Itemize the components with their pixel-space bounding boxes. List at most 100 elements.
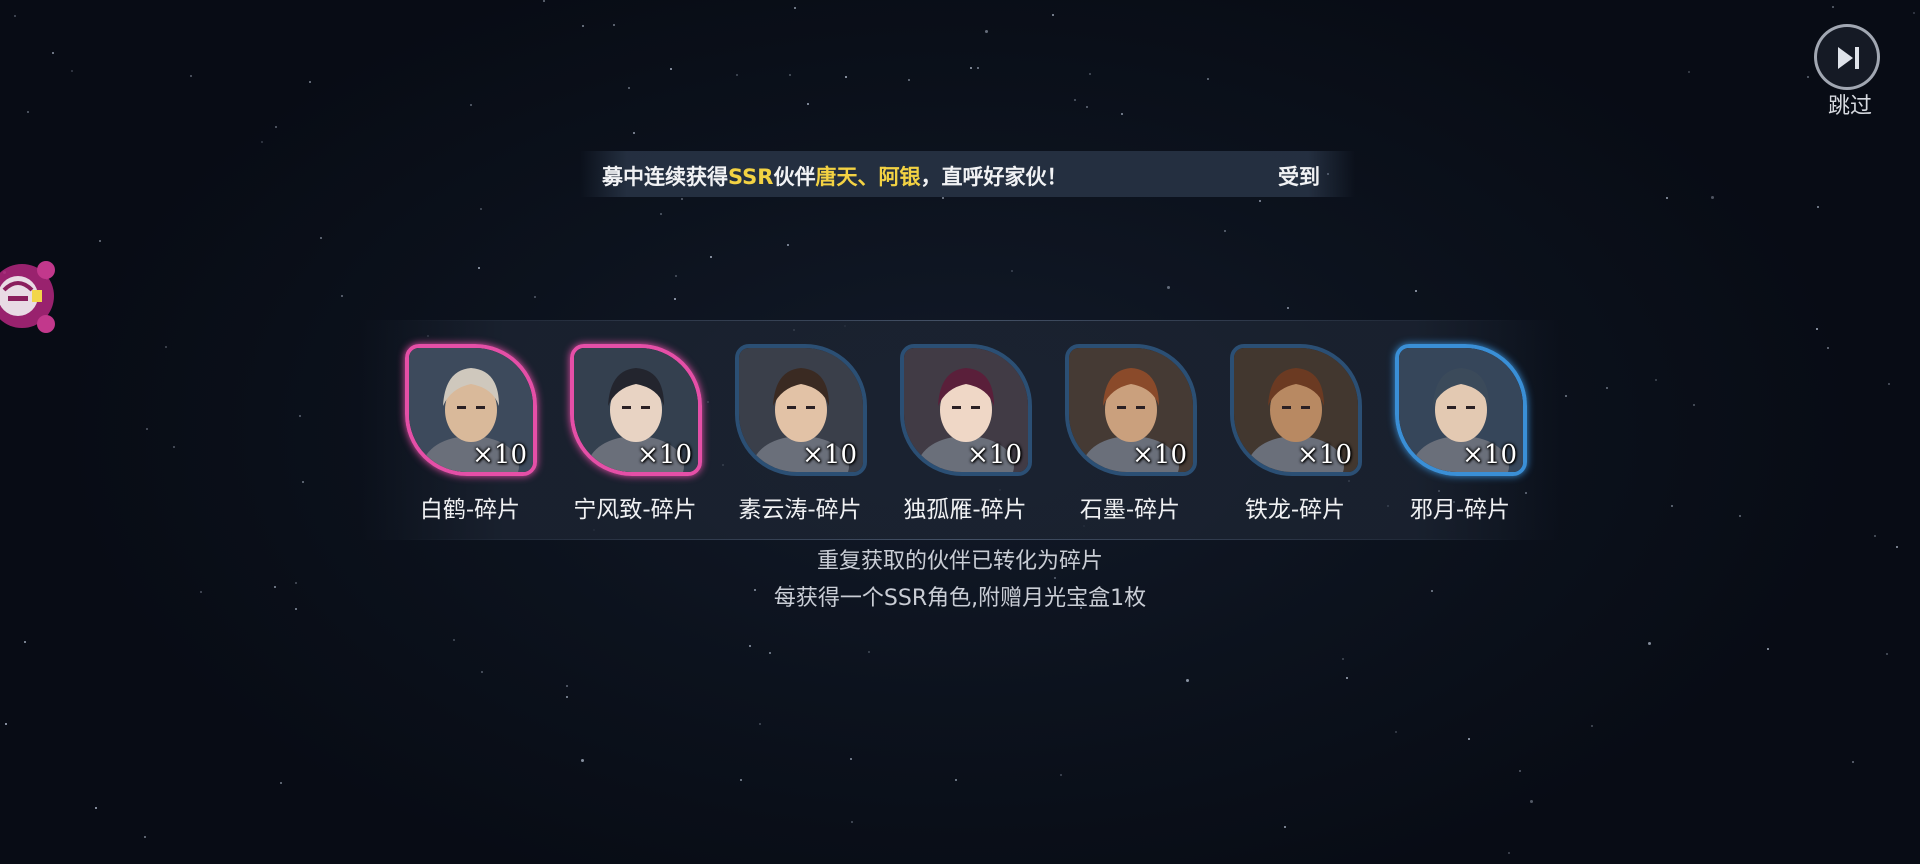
star xyxy=(1011,270,1013,272)
reward-quantity: ×10 xyxy=(637,440,692,470)
star xyxy=(1739,515,1741,517)
star xyxy=(320,237,322,239)
mascot-icon[interactable] xyxy=(0,250,68,346)
broadcast-message: 募中连续获得SSR伙伴唐天、阿银，直呼好家伙！ xyxy=(602,161,1067,191)
star xyxy=(1852,761,1854,763)
star xyxy=(302,481,304,483)
star xyxy=(295,608,297,610)
panel-divider-top xyxy=(400,320,1520,321)
star xyxy=(295,582,297,584)
star xyxy=(613,24,615,26)
banner-name-2: 阿银 xyxy=(878,165,921,189)
star xyxy=(144,836,146,838)
star xyxy=(1089,73,1091,75)
star xyxy=(1693,404,1695,406)
star xyxy=(582,25,584,27)
reward-item[interactable]: ×10 白鹤-碎片 xyxy=(400,344,540,523)
reward-name: 素云涛-碎片 xyxy=(738,497,862,523)
star xyxy=(566,685,568,687)
banner-ssr: SSR xyxy=(728,165,774,189)
star xyxy=(1415,290,1417,292)
star xyxy=(736,74,738,76)
star xyxy=(1655,379,1657,381)
reward-item[interactable]: ×10 邪月-碎片 xyxy=(1390,344,1530,523)
star xyxy=(543,0,545,2)
reward-name: 独孤雁-碎片 xyxy=(903,497,1027,523)
reward-item[interactable]: ×10 铁龙-碎片 xyxy=(1225,344,1365,523)
star xyxy=(1519,770,1521,772)
star xyxy=(99,240,101,242)
reward-name: 铁龙-碎片 xyxy=(1244,497,1346,523)
star xyxy=(942,197,944,199)
star xyxy=(173,446,175,448)
star xyxy=(275,126,277,128)
character-portrait: ×10 xyxy=(1230,344,1362,476)
star xyxy=(1284,826,1286,828)
star xyxy=(807,103,809,105)
gacha-result-screen: 跳过 募中连续获得SSR伙伴唐天、阿银，直呼好家伙！ 受到 ×10 白鹤-碎片 ×1… xyxy=(0,0,1920,864)
star xyxy=(845,76,847,78)
star xyxy=(1287,307,1289,309)
reward-item[interactable]: ×10 素云涛-碎片 xyxy=(730,344,870,523)
star xyxy=(1530,800,1533,803)
reward-item[interactable]: ×10 宁风致-碎片 xyxy=(565,344,705,523)
star xyxy=(759,723,761,725)
star xyxy=(1767,648,1769,650)
character-portrait: ×10 xyxy=(735,344,867,476)
banner-name-1: 唐天 xyxy=(815,165,858,189)
star xyxy=(674,298,676,300)
star xyxy=(165,346,167,348)
star xyxy=(1060,774,1062,776)
star xyxy=(908,79,910,81)
star xyxy=(977,67,979,69)
star xyxy=(52,52,54,54)
skip-label: 跳过 xyxy=(1827,94,1872,119)
star xyxy=(534,296,536,298)
star xyxy=(274,586,276,588)
star xyxy=(478,267,480,269)
star xyxy=(769,652,771,654)
star xyxy=(1052,14,1054,16)
skip-button[interactable]: 跳过 xyxy=(1812,22,1888,119)
star xyxy=(710,256,712,258)
star xyxy=(1342,658,1344,660)
star xyxy=(670,68,672,70)
star xyxy=(14,15,16,17)
star xyxy=(341,295,343,297)
reward-item[interactable]: ×10 石墨-碎片 xyxy=(1060,344,1200,523)
banner-separator: 、 xyxy=(857,165,879,189)
star xyxy=(660,213,662,215)
star xyxy=(970,67,972,69)
star xyxy=(633,132,635,134)
star xyxy=(1121,113,1123,115)
star xyxy=(71,70,73,72)
reward-quantity: ×10 xyxy=(1297,440,1352,470)
star xyxy=(1666,197,1668,199)
star xyxy=(628,87,630,89)
star xyxy=(1896,546,1898,548)
star xyxy=(470,104,472,106)
star xyxy=(95,807,97,809)
reward-name: 邪月-碎片 xyxy=(1409,497,1511,523)
star xyxy=(1468,738,1470,740)
star xyxy=(955,779,957,781)
star xyxy=(1817,206,1819,208)
banner-mid: 伙伴 xyxy=(773,165,816,189)
character-portrait: ×10 xyxy=(900,344,1032,476)
star xyxy=(787,244,789,246)
reward-quantity: ×10 xyxy=(1132,440,1187,470)
reward-quantity: ×10 xyxy=(802,440,857,470)
star xyxy=(794,7,796,9)
reward-name: 宁风致-碎片 xyxy=(573,497,697,523)
reward-name: 白鹤-碎片 xyxy=(419,497,521,523)
broadcast-banner: 募中连续获得SSR伙伴唐天、阿银，直呼好家伙！ 受到 xyxy=(580,151,1355,197)
star xyxy=(566,696,568,698)
reward-item[interactable]: ×10 独孤雁-碎片 xyxy=(895,344,1035,523)
reward-quantity: ×10 xyxy=(472,440,527,470)
star xyxy=(1074,99,1076,101)
star xyxy=(1888,383,1890,385)
star xyxy=(27,111,29,113)
star xyxy=(1874,535,1876,537)
star xyxy=(1431,590,1433,592)
reward-panel: ×10 白鹤-碎片 ×10 宁风致-碎片 ×10 素云涛-碎片 ×10 独孤雁-碎片 ×10 石墨… xyxy=(360,320,1560,540)
